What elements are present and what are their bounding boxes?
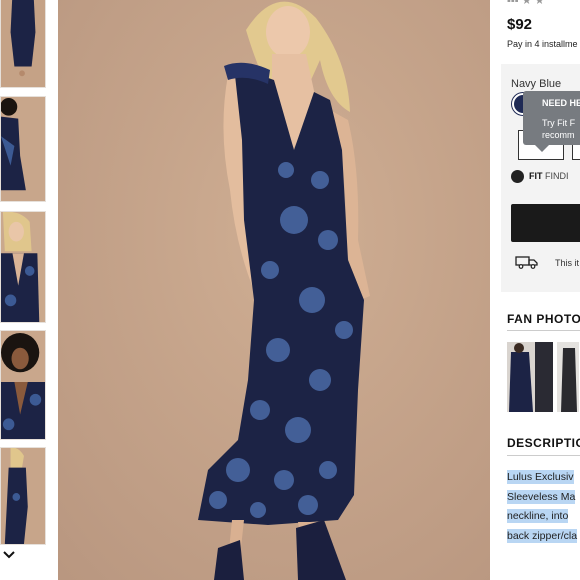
description-text: Lulus Exclusiv Sleeveless Ma neckline, i… — [507, 468, 580, 546]
thumbnail-2[interactable] — [0, 96, 46, 202]
fit-finder-brand: FIT — [529, 171, 543, 181]
tooltip-body: Try Fit F recomm — [542, 117, 575, 141]
chevron-down-icon[interactable] — [2, 548, 16, 562]
fan-photos-heading: FAN PHOTO — [507, 312, 580, 326]
color-label: Navy Blue — [511, 78, 562, 90]
product-info-column: ▪▪▪ ★ ★ $92 Pay in 4 installme Navy Blue… — [493, 0, 580, 580]
tooltip-line-1: Try Fit F — [542, 118, 576, 128]
description-heading: DESCRIPTIO — [507, 436, 580, 450]
tooltip-line-2: recomm — [542, 130, 575, 140]
description-line-4: back zipper/cla — [507, 528, 578, 543]
rating-stars[interactable]: ▪▪▪ ★ ★ — [507, 0, 545, 7]
add-to-bag-button[interactable] — [511, 204, 580, 242]
thumbnail-4[interactable] — [0, 330, 46, 440]
thumbnail-5[interactable] — [0, 447, 46, 545]
thumbnail-rail — [0, 0, 48, 580]
description-divider — [507, 455, 580, 456]
product-page: ▪▪▪ ★ ★ $92 Pay in 4 installme Navy Blue… — [0, 0, 580, 580]
fan-divider — [507, 330, 580, 331]
fit-finder-label: FIT FINDI — [529, 171, 569, 181]
fan-photo-2[interactable] — [557, 342, 579, 412]
fit-finder-rest: FINDI — [545, 171, 569, 181]
fit-finder-icon — [511, 170, 524, 183]
product-price: $92 — [507, 16, 533, 33]
fan-photo-1[interactable] — [507, 342, 553, 412]
description-line-3: neckline, into — [507, 509, 569, 523]
shipping-text: This it — [555, 258, 580, 268]
thumbnail-1[interactable] — [0, 0, 46, 88]
thumbnail-3[interactable] — [0, 211, 46, 323]
tooltip-title: NEED HE — [542, 98, 580, 108]
description-line-1: Lulus Exclusiv — [507, 470, 574, 484]
installment-text[interactable]: Pay in 4 installme — [507, 39, 578, 49]
description-line-2: Sleeveless Ma — [507, 489, 576, 504]
main-product-image[interactable] — [58, 0, 490, 580]
truck-icon — [515, 256, 538, 269]
